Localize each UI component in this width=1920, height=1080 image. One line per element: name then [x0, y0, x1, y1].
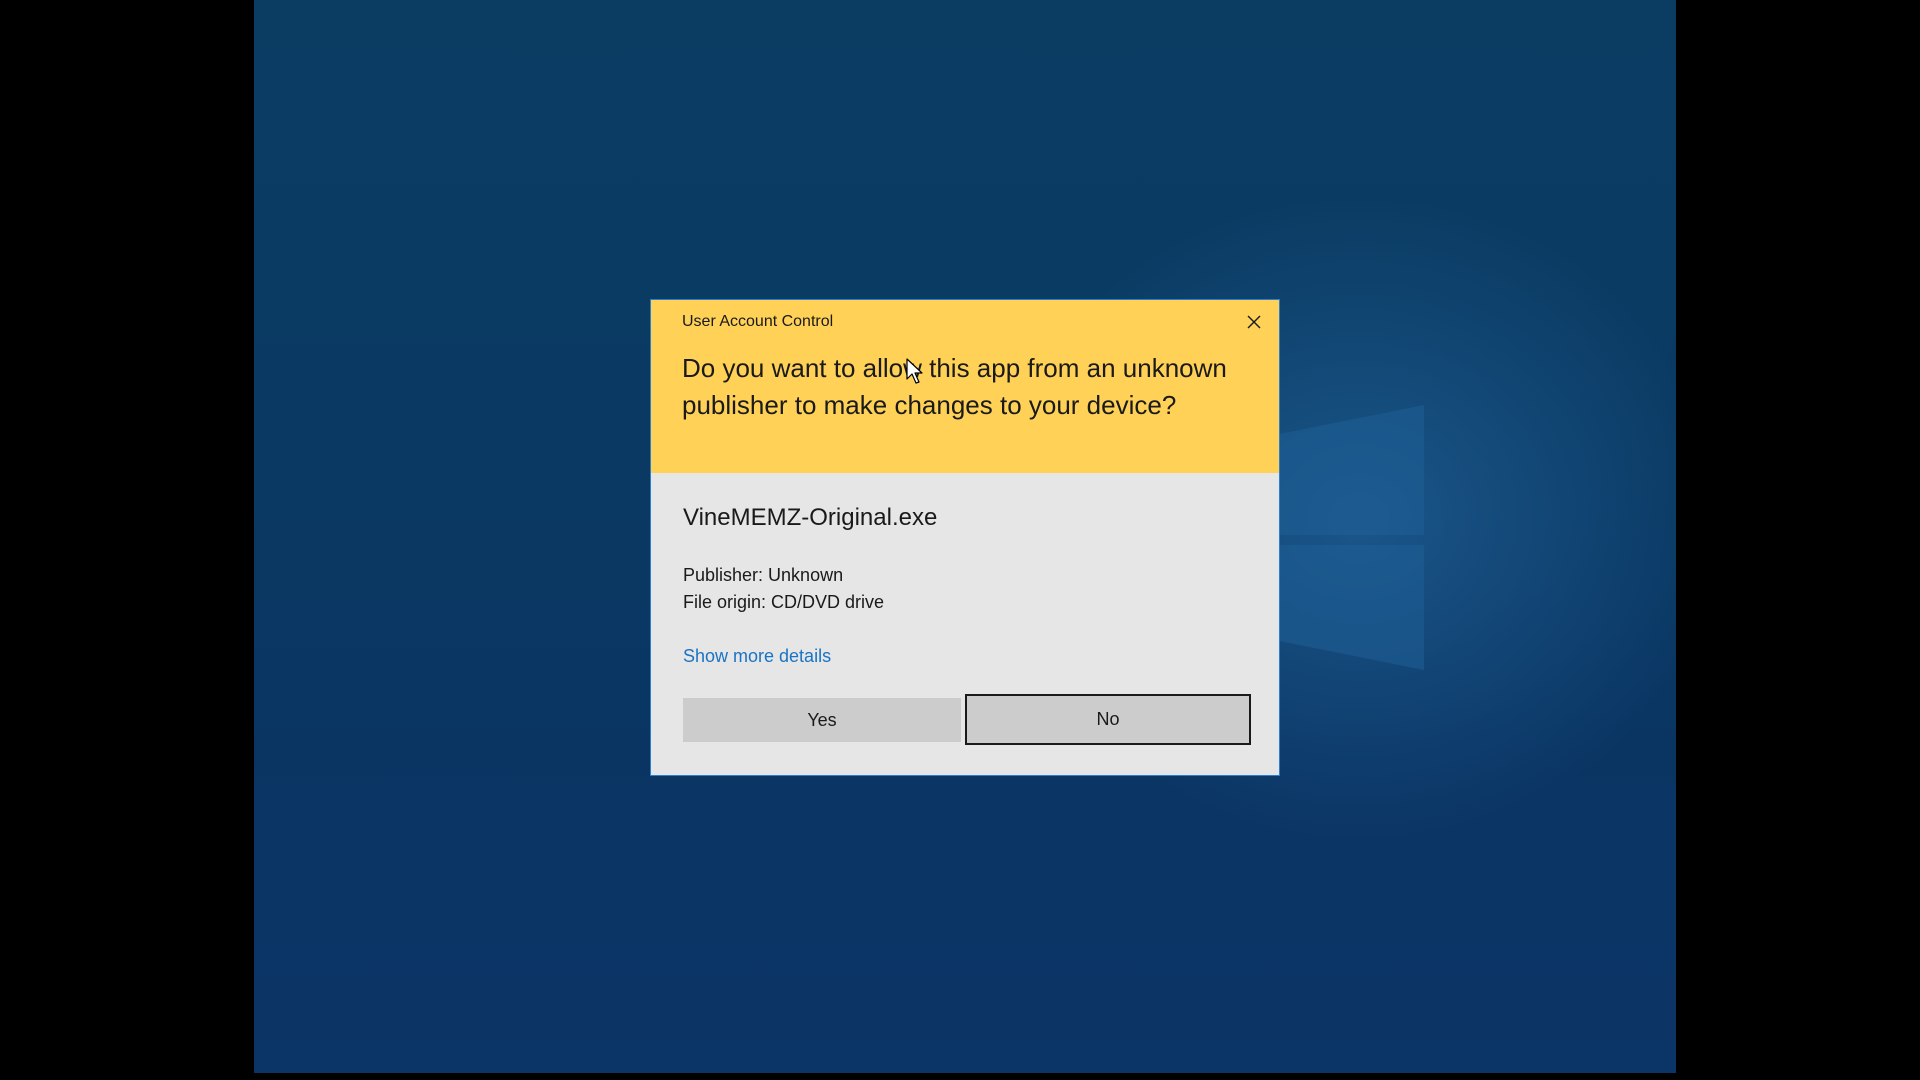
windows-logo-icon — [1274, 405, 1424, 670]
dialog-title: User Account Control — [682, 313, 834, 330]
file-origin-text: File origin: CD/DVD drive — [683, 592, 885, 612]
no-button[interactable]: No — [965, 694, 1251, 745]
close-icon — [1247, 315, 1261, 329]
close-button[interactable] — [1239, 308, 1269, 336]
show-more-details-link[interactable]: Show more details — [683, 646, 831, 667]
uac-question: Do you want to allow this app from an un… — [682, 353, 1227, 420]
uac-header: User Account Control Do you want to allo… — [651, 300, 1279, 473]
yes-button[interactable]: Yes — [683, 698, 961, 742]
uac-dialog: User Account Control Do you want to allo… — [650, 299, 1280, 776]
app-name: VineMEMZ-Original.exe — [683, 504, 938, 531]
publisher-text: Publisher: Unknown — [683, 565, 844, 585]
mouse-cursor-icon — [906, 358, 923, 384]
